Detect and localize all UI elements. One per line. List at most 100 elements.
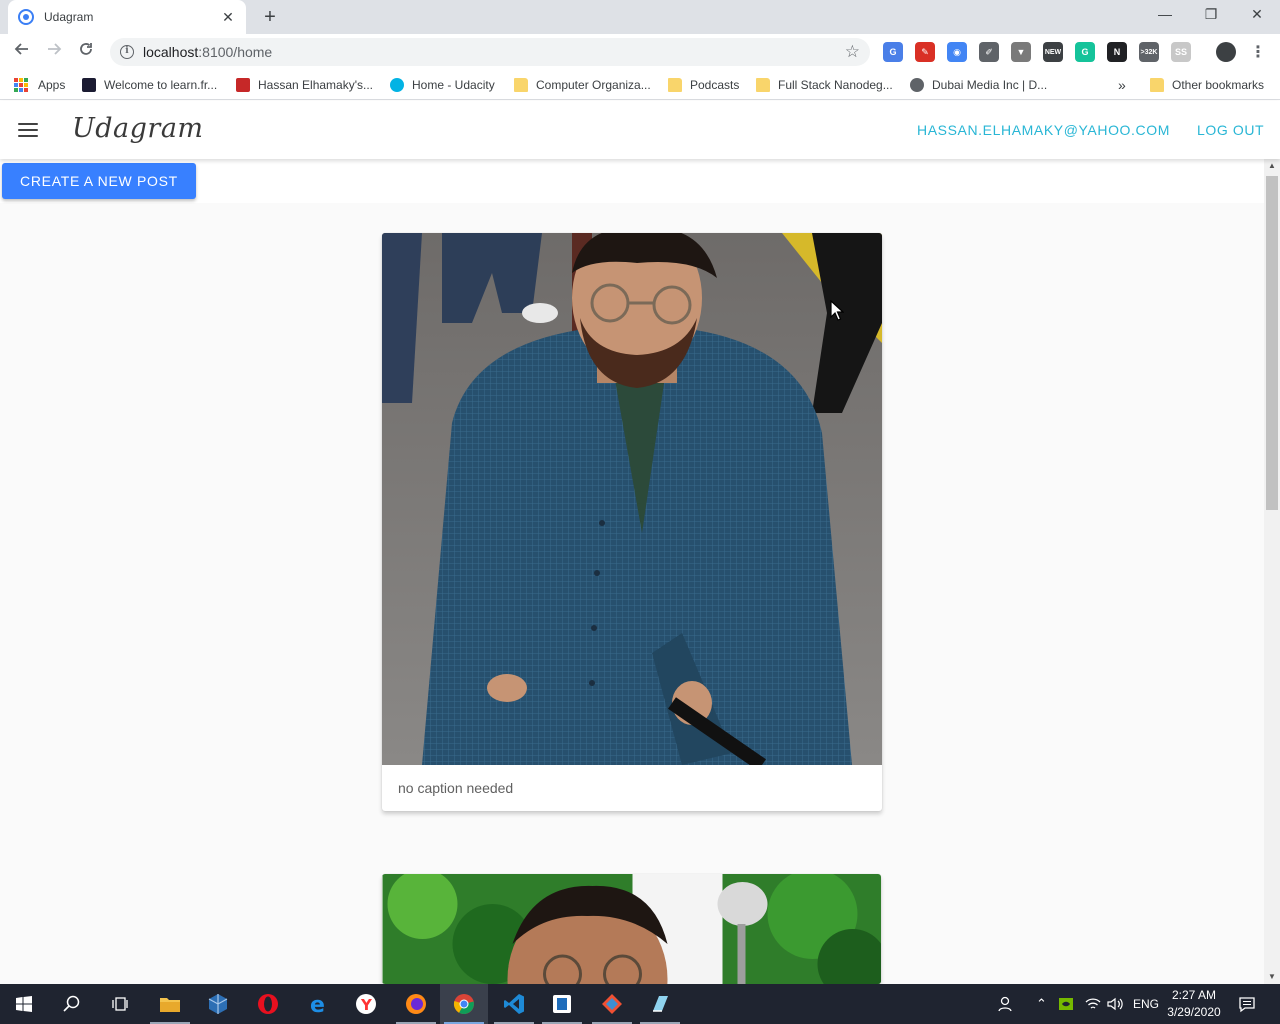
edge-icon: e — [310, 993, 325, 1015]
svg-text:e: e — [310, 993, 325, 1015]
edge-button[interactable]: e — [294, 984, 342, 1024]
people-icon[interactable] — [998, 984, 1016, 1024]
bookmark-item[interactable]: » — [1118, 76, 1126, 94]
chrome-icon — [453, 994, 474, 1014]
input-language-indicator[interactable]: ENG — [1133, 984, 1159, 1024]
chrome-circle-icon[interactable]: ◉ — [947, 42, 967, 62]
pin-extension-icon[interactable]: ✎ — [915, 42, 935, 62]
profile-avatar[interactable] — [1216, 42, 1236, 62]
news-icon[interactable]: NEW — [1043, 42, 1063, 62]
globe-icon — [910, 78, 924, 92]
post-photo[interactable] — [382, 874, 881, 984]
insomnia-button[interactable] — [538, 984, 586, 1024]
menu-icon[interactable] — [18, 123, 38, 137]
gmail-checker-icon[interactable]: >32K — [1139, 42, 1159, 62]
browser-menu-icon[interactable]: ⋮ — [1248, 42, 1268, 62]
bookmarks-bar: Apps Welcome to learn.fr... Hassan Elhamak… — [0, 70, 1280, 100]
start-button[interactable] — [0, 984, 48, 1024]
bookmark-item[interactable]: Apps — [14, 76, 65, 94]
bookmark-label: » — [1118, 77, 1126, 93]
nvidia-tray-icon[interactable] — [1058, 984, 1074, 1024]
browser-tab-strip: Udagram ✕ + — ❐ ✕ — [0, 0, 1280, 34]
site-info-icon[interactable]: i — [120, 45, 134, 59]
snipping-tool-button[interactable] — [636, 984, 684, 1024]
create-post-bar: CREATE A NEW POST — [0, 159, 1264, 203]
bookmark-item[interactable]: Other bookmarks — [1150, 76, 1264, 94]
bookmark-item[interactable]: Computer Organiza... — [514, 76, 651, 94]
network-icon[interactable] — [1084, 984, 1102, 1024]
bookmark-item[interactable]: Podcasts — [668, 76, 739, 94]
scroll-up-icon[interactable]: ▲ — [1264, 159, 1280, 173]
grammarly-icon[interactable]: G — [1075, 42, 1095, 62]
folder-icon — [160, 998, 180, 1012]
minimize-window-button[interactable]: — — [1142, 0, 1188, 30]
file-explorer-button[interactable] — [146, 984, 194, 1024]
sourcetree-button[interactable] — [588, 984, 636, 1024]
virtualbox-icon — [208, 994, 228, 1014]
forward-button[interactable] — [42, 40, 66, 64]
folder-icon — [668, 78, 682, 92]
chrome-button[interactable] — [440, 984, 488, 1024]
tray-chevron-up-icon[interactable]: ⌃ — [1036, 984, 1047, 1024]
action-center-icon[interactable] — [1238, 984, 1256, 1024]
volume-icon[interactable] — [1106, 984, 1124, 1024]
create-post-button[interactable]: CREATE A NEW POST — [2, 163, 196, 199]
udagram-favicon-icon — [18, 9, 34, 25]
opera-button[interactable] — [244, 984, 292, 1024]
scroll-down-icon[interactable]: ▼ — [1264, 970, 1280, 984]
yandex-button[interactable]: Y — [342, 984, 390, 1024]
bookmark-label: Apps — [38, 78, 66, 92]
logout-button[interactable]: LOG OUT — [1197, 122, 1264, 138]
feed-content[interactable]: CREATE A NEW POST no caption needed — [0, 159, 1264, 984]
notion-icon[interactable]: N — [1107, 42, 1127, 62]
bookmark-label: Other bookmarks — [1172, 78, 1265, 92]
bookmark-label: Welcome to learn.fr... — [104, 78, 218, 92]
windows-taskbar: e Y ⌃ ENG 2:27 AM 3/29/2020 — [0, 984, 1280, 1024]
snipping-tool-icon — [653, 996, 668, 1012]
udacity-icon — [390, 78, 404, 92]
google-translate-icon[interactable]: G — [883, 42, 903, 62]
search-button[interactable] — [48, 984, 96, 1024]
bookmark-label: Hassan Elhamaky's... — [258, 78, 374, 92]
reload-button[interactable] — [74, 40, 98, 64]
app-window-icon — [553, 995, 571, 1013]
tab-title: Udagram — [44, 10, 94, 24]
back-button[interactable] — [10, 40, 34, 64]
restore-window-button[interactable]: ❐ — [1188, 0, 1234, 30]
close-window-button[interactable]: ✕ — [1234, 0, 1280, 30]
bookmark-item[interactable]: Full Stack Nanodeg... — [756, 76, 893, 94]
folder-icon — [514, 78, 528, 92]
eyedropper-icon[interactable]: ✐ — [979, 42, 999, 62]
freecodecamp-icon — [82, 78, 96, 92]
user-email-link[interactable]: HASSAN.ELHAMAKY@YAHOO.COM — [917, 122, 1170, 138]
bookmark-label: Podcasts — [690, 78, 740, 92]
browser-toolbar: i localhost:8100/home ☆ G ✎ ◉ ✐ ▼ NEW G N >32K SS… — [0, 34, 1280, 70]
bookmark-item[interactable]: Home - Udacity — [390, 76, 495, 94]
address-bar[interactable]: i localhost:8100/home ☆ — [110, 38, 870, 66]
bookmark-star-icon[interactable]: ☆ — [845, 42, 860, 62]
firefox-button[interactable] — [392, 984, 440, 1024]
ss-extension-icon[interactable]: SS — [1171, 42, 1191, 62]
bookmark-item[interactable]: Welcome to learn.fr... — [82, 76, 217, 94]
bookmark-label: Computer Organiza... — [536, 78, 651, 92]
scrollbar-thumb[interactable] — [1266, 176, 1278, 510]
windows-logo-icon — [16, 996, 32, 1012]
close-tab-icon[interactable]: ✕ — [220, 9, 236, 26]
bookmark-item[interactable]: Hassan Elhamaky's... — [236, 76, 373, 94]
app-header: Udagram HASSAN.ELHAMAKY@YAHOO.COM LOG OU… — [0, 101, 1280, 159]
reload-icon — [80, 43, 92, 55]
post-photo[interactable] — [382, 233, 882, 765]
bookmark-label: Full Stack Nanodeg... — [778, 78, 893, 92]
vscode-button[interactable] — [490, 984, 538, 1024]
new-tab-button[interactable]: + — [258, 5, 282, 29]
page-scrollbar[interactable]: ▲ ▼ — [1264, 159, 1280, 984]
tab-udagram[interactable]: Udagram ✕ — [8, 0, 246, 34]
yandex-icon: Y — [356, 994, 376, 1014]
task-view-button[interactable] — [96, 984, 144, 1024]
virtualbox-button[interactable] — [194, 984, 242, 1024]
bookmark-item[interactable]: Dubai Media Inc | D... — [910, 76, 1047, 94]
post-card: no caption needed — [382, 233, 882, 811]
taskbar-clock[interactable]: 2:27 AM 3/29/2020 — [1160, 987, 1228, 1021]
vue-devtools-icon[interactable]: ▼ — [1011, 42, 1031, 62]
arrow-left-icon — [14, 43, 28, 55]
